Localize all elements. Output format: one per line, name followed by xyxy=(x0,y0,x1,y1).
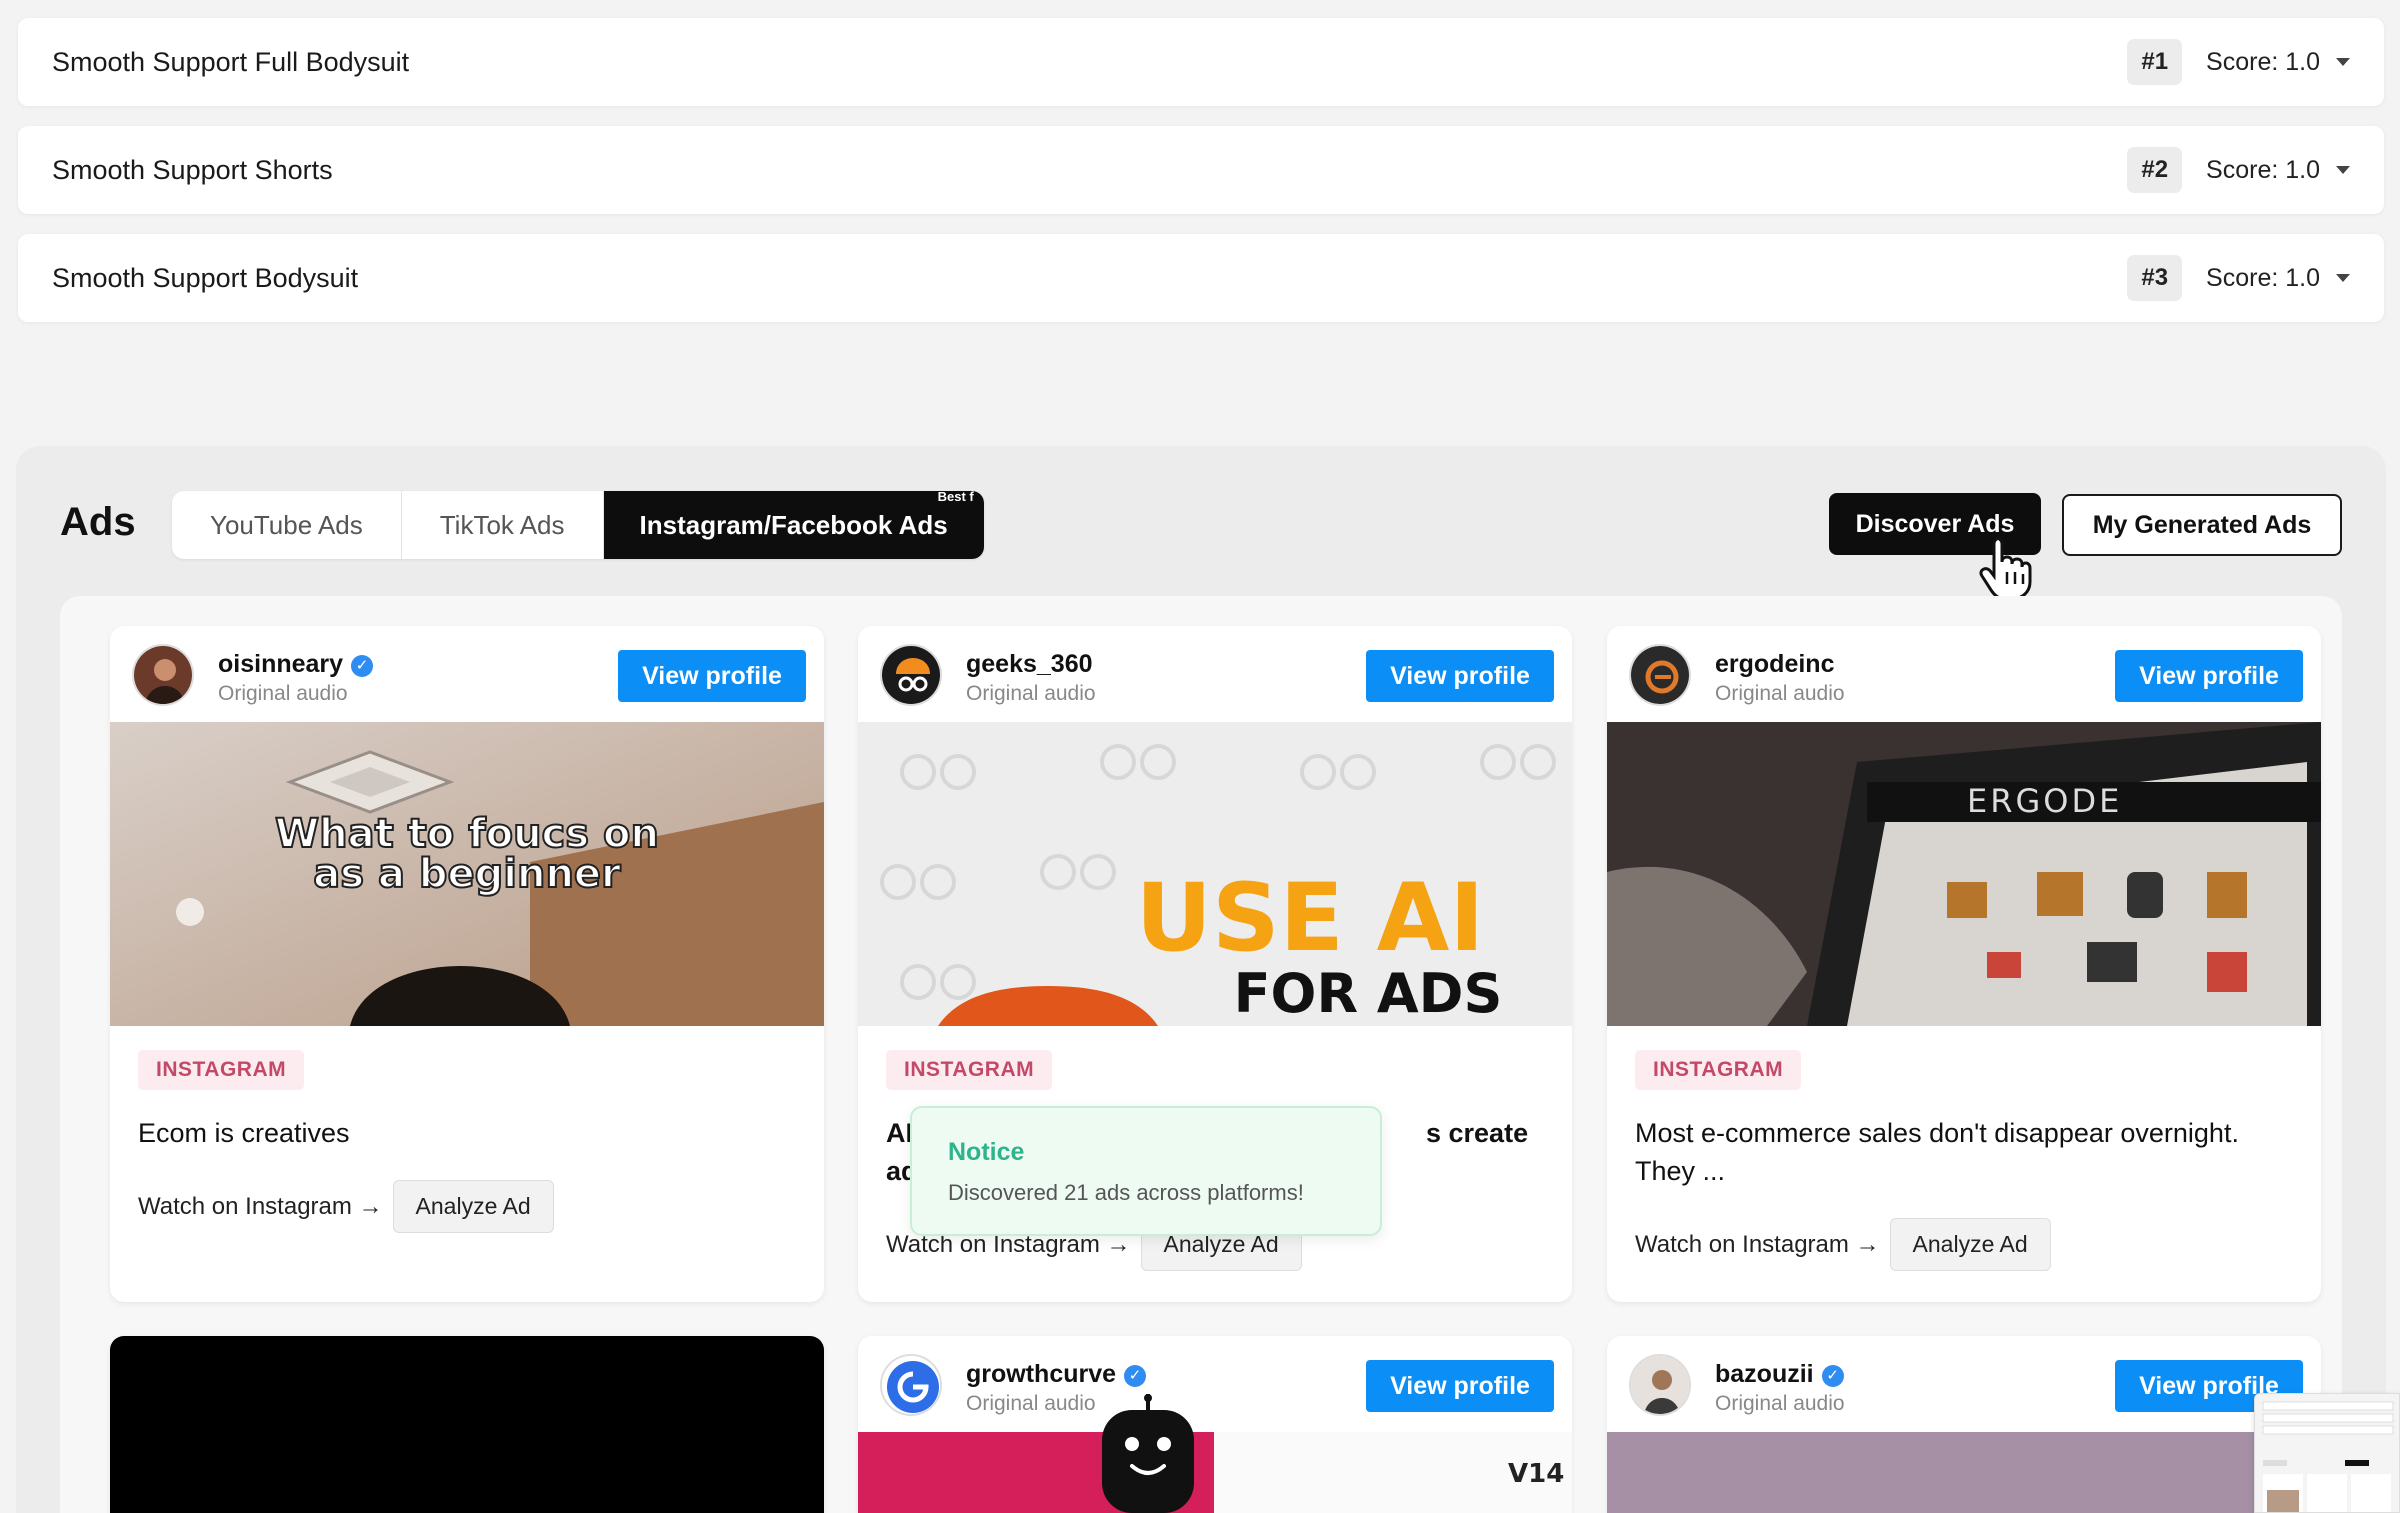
thumb-text: FOR ADS xyxy=(1234,962,1503,1025)
thumb-text: as a beginner xyxy=(313,851,621,897)
score-text: Score: 1.0 xyxy=(2206,155,2320,184)
card-actions: Watch on Instagram → Analyze Ad xyxy=(138,1180,554,1233)
verified-icon: ✓ xyxy=(351,655,374,677)
rank-badge: #2 xyxy=(2127,147,2183,193)
card-header: growthcurve ✓ Original audio View profile xyxy=(858,1336,1572,1432)
thumb-text: V14 xyxy=(1508,1459,1564,1489)
chevron-down-icon[interactable] xyxy=(2336,274,2350,282)
ads-tabs: YouTube Ads TikTok Ads Instagram/Faceboo… xyxy=(172,489,984,559)
rank-badge: #3 xyxy=(2127,255,2183,301)
account-name[interactable]: oisinneary ✓ xyxy=(218,650,374,679)
hand-cursor-icon xyxy=(1979,536,2032,600)
chevron-down-icon[interactable] xyxy=(2336,58,2350,66)
product-row[interactable]: Smooth Support Shorts #2 Score: 1.0 xyxy=(18,126,2384,214)
avatar[interactable] xyxy=(132,644,194,706)
notice-message: Discovered 21 ads across platforms! xyxy=(948,1180,1304,1205)
ad-card: ergodeinc Original audio View profile ER… xyxy=(1607,626,2321,1302)
notice-toast[interactable]: Notice Discovered 21 ads across platform… xyxy=(910,1106,1382,1236)
watch-on-instagram-link[interactable]: Watch on Instagram → xyxy=(1635,1231,1880,1259)
ad-card: growthcurve ✓ Original audio View profile… xyxy=(858,1336,1572,1513)
card-header: ergodeinc Original audio View profile xyxy=(1607,626,2321,722)
score-text: Score: 1.0 xyxy=(2206,47,2320,76)
tab-tiktok-ads[interactable]: TikTok Ads xyxy=(402,491,604,559)
thumb-text: ERGODE xyxy=(1967,782,2122,820)
best-tag: Best f xyxy=(937,489,974,504)
analyze-ad-button[interactable]: Analyze Ad xyxy=(392,1180,554,1233)
platform-badge: INSTAGRAM xyxy=(886,1050,1053,1090)
analyze-ad-button[interactable]: Analyze Ad xyxy=(1889,1218,2051,1271)
product-name: Smooth Support Full Bodysuit xyxy=(52,46,410,77)
avatar[interactable] xyxy=(1629,644,1691,706)
tab-label: Instagram/Facebook Ads xyxy=(639,509,948,540)
ad-card: bazouzii ✓ Original audio View profile xyxy=(1607,1336,2321,1513)
audio-text: Original audio xyxy=(966,682,1096,705)
view-profile-button[interactable]: View profile xyxy=(1366,1360,1554,1412)
account-name[interactable]: ergodeinc xyxy=(1715,650,1834,679)
ads-panel: Ads YouTube Ads TikTok Ads Instagram/Fac… xyxy=(16,446,2386,1513)
product-name: Smooth Support Shorts xyxy=(52,154,333,185)
ad-caption: Most e-commerce sales don't disappear ov… xyxy=(1635,1118,2239,1186)
ad-thumbnail[interactable]: USE AI FOR ADS xyxy=(858,722,1572,1026)
account-name[interactable]: geeks_360 xyxy=(966,650,1093,679)
avatar[interactable] xyxy=(880,1354,942,1416)
ad-card: oisinneary ✓ Original audio View profile … xyxy=(110,626,824,1302)
product-name: Smooth Support Bodysuit xyxy=(52,262,359,293)
view-profile-button[interactable]: View profile xyxy=(2115,650,2303,702)
verified-icon: ✓ xyxy=(1821,1365,1844,1387)
product-row[interactable]: Smooth Support Full Bodysuit #1 Score: 1… xyxy=(18,18,2384,106)
ad-video-card[interactable] xyxy=(110,1336,824,1513)
card-header: oisinneary ✓ Original audio View profile xyxy=(110,626,824,722)
audio-text: Original audio xyxy=(1715,682,1845,705)
rank-badge: #1 xyxy=(2127,39,2183,85)
thumb-text: USE AI xyxy=(1136,864,1485,973)
card-header: bazouzii ✓ Original audio View profile xyxy=(1607,1336,2321,1432)
page-preview-thumbnail[interactable] xyxy=(2254,1393,2400,1513)
ad-caption: Ecom is creatives xyxy=(138,1118,350,1148)
caption-fragment: s create xyxy=(1426,1118,1529,1148)
audio-text: Original audio xyxy=(218,682,348,705)
view-profile-button[interactable]: View profile xyxy=(618,650,806,702)
avatar[interactable] xyxy=(1629,1354,1691,1416)
watch-on-instagram-link[interactable]: Watch on Instagram → xyxy=(138,1193,383,1221)
tab-youtube-ads[interactable]: YouTube Ads xyxy=(172,491,402,559)
robot-assistant-icon[interactable] xyxy=(1098,1394,1198,1513)
ads-title: Ads xyxy=(60,500,136,544)
tab-instagram-facebook-ads[interactable]: Instagram/Facebook Ads Best f xyxy=(603,489,984,559)
avatar[interactable] xyxy=(880,644,942,706)
notice-title: Notice xyxy=(948,1138,1025,1166)
my-generated-ads-button[interactable]: My Generated Ads xyxy=(2062,494,2342,556)
card-actions: Watch on Instagram → Analyze Ad xyxy=(1635,1218,2051,1271)
ad-thumbnail[interactable]: V14 xyxy=(858,1432,1572,1513)
product-row[interactable]: Smooth Support Bodysuit #3 Score: 1.0 xyxy=(18,234,2384,322)
account-name[interactable]: growthcurve ✓ xyxy=(966,1360,1147,1389)
ads-grid: oisinneary ✓ Original audio View profile … xyxy=(60,596,2342,1513)
platform-badge: INSTAGRAM xyxy=(138,1050,305,1090)
ad-thumbnail[interactable] xyxy=(1607,1432,2321,1513)
chevron-down-icon[interactable] xyxy=(2336,166,2350,174)
view-profile-button[interactable]: View profile xyxy=(1366,650,1554,702)
platform-badge: INSTAGRAM xyxy=(1635,1050,1802,1090)
audio-text: Original audio xyxy=(966,1392,1096,1415)
audio-text: Original audio xyxy=(1715,1392,1845,1415)
score-text: Score: 1.0 xyxy=(2206,263,2320,292)
card-header: geeks_360 Original audio View profile xyxy=(858,626,1572,722)
verified-icon: ✓ xyxy=(1124,1365,1147,1387)
account-name[interactable]: bazouzii ✓ xyxy=(1715,1360,1844,1389)
ad-thumbnail[interactable]: ERGODE xyxy=(1607,722,2321,1026)
ad-thumbnail[interactable]: What to foucs on as a beginner xyxy=(110,722,824,1026)
